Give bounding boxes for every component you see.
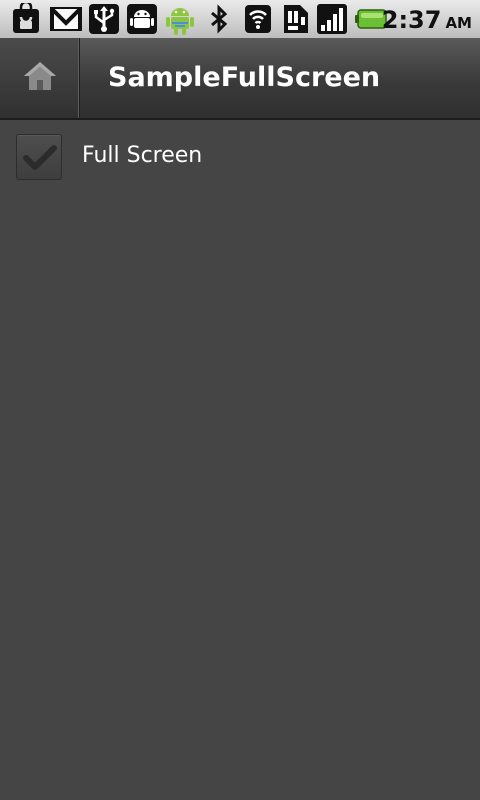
wifi-icon (242, 3, 274, 35)
market-bag-icon (10, 0, 42, 35)
home-icon (24, 62, 56, 90)
checkmark-icon (23, 145, 57, 170)
android-notification-icon (162, 3, 198, 35)
status-bar: 2:37 AM (0, 0, 480, 38)
usb-icon (88, 3, 120, 35)
bluetooth-icon (203, 3, 235, 35)
pref-row-full-screen[interactable]: Full Screen (0, 120, 480, 192)
full-screen-checkbox[interactable] (16, 134, 62, 180)
signal-icon (316, 3, 348, 35)
clock-time: 2:37 (381, 6, 442, 34)
sim-card-icon (280, 3, 312, 35)
app-title: SampleFullScreen (108, 62, 381, 93)
gmail-icon (49, 3, 82, 35)
home-button[interactable] (0, 38, 80, 118)
android-debug-icon (126, 3, 158, 35)
full-screen-label: Full Screen (82, 143, 203, 168)
clock-ampm: AM (445, 14, 472, 32)
clock: 2:37 AM (382, 4, 472, 36)
action-bar: SampleFullScreen (0, 38, 480, 120)
